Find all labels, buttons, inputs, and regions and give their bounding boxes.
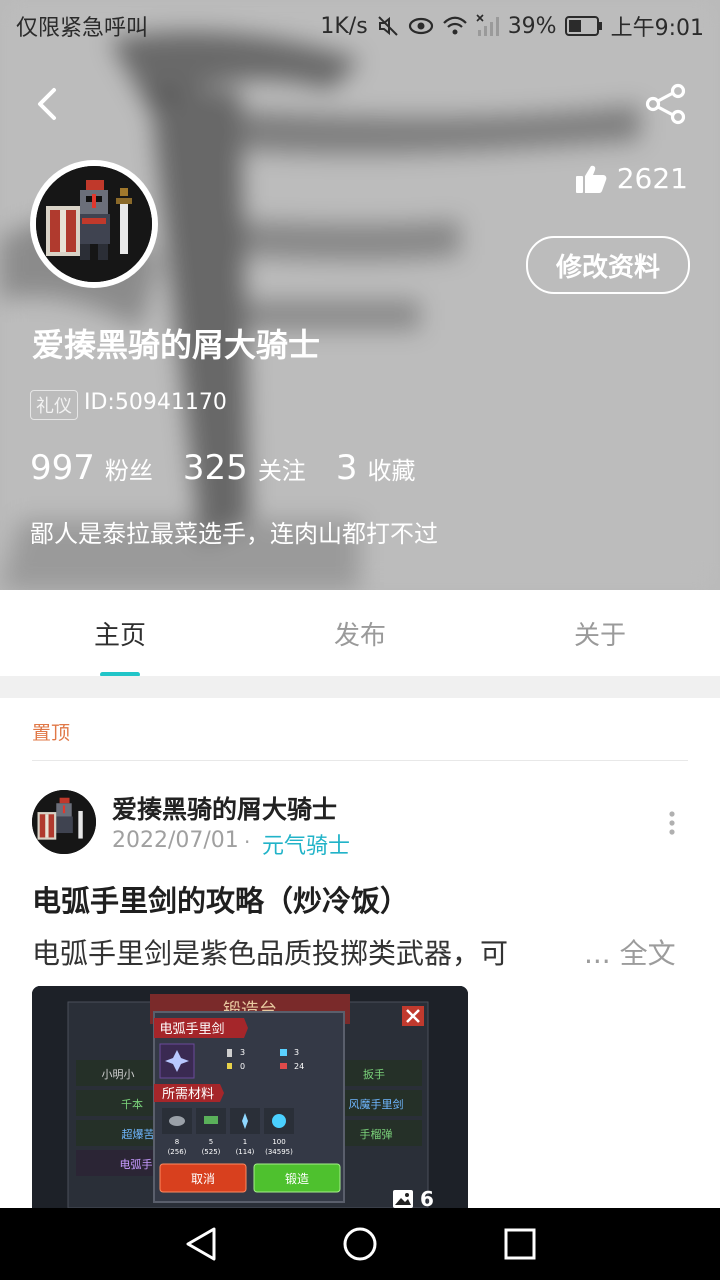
knight-avatar-art (32, 790, 96, 854)
avatar[interactable] (30, 160, 158, 288)
likes-count: 2621 (616, 162, 688, 195)
post-author-avatar[interactable] (32, 790, 96, 854)
image-icon (393, 1190, 413, 1208)
forge-button-text: 锻造 (285, 1172, 309, 1186)
battery-percent: 39% (507, 13, 557, 39)
wifi-icon (442, 16, 467, 35)
post-date: 2022/07/01 (112, 828, 239, 853)
battery-icon (564, 16, 602, 36)
following-count[interactable]: 325 (183, 448, 248, 488)
stat-value-text: 3 (240, 1048, 245, 1057)
forge-screenshot: 锻造台 小明小 千本 超爆苦 电弧手 扳手 风魔手里剑 手榴弹 电弧手里剑 3 … (32, 986, 468, 1208)
username: 爱揍黑骑的屑大骑士 (32, 326, 321, 364)
status-carrier-text: 仅限紧急呼叫 (16, 16, 149, 41)
signal-icon (476, 14, 499, 36)
thumbs-up-icon (575, 165, 607, 193)
nav-recents-icon[interactable] (504, 1228, 536, 1260)
material-total-text: (525) (202, 1148, 221, 1156)
clock: 上午9:01 (610, 16, 704, 41)
back-icon[interactable] (28, 82, 72, 126)
materials-title-text: 所需材料 (162, 1087, 214, 1102)
list-item-text: 电弧手 (120, 1157, 153, 1171)
more-options-icon[interactable] (662, 810, 682, 836)
section-separator (0, 676, 720, 698)
edit-profile-button[interactable]: 修改资料 (526, 236, 690, 294)
following-label[interactable]: 关注 (258, 451, 306, 486)
tab-home[interactable]: 主页 (0, 590, 240, 676)
favorites-count[interactable]: 3 (336, 448, 358, 488)
list-item-text: 小明小 (102, 1068, 135, 1081)
nav-home-icon[interactable] (342, 1226, 378, 1262)
profile-tabs: 主页 发布 关于 (0, 590, 720, 676)
nav-back-icon[interactable] (184, 1226, 218, 1262)
list-item-text: 超爆苦 (122, 1127, 155, 1141)
stat-value-text: 0 (240, 1062, 245, 1071)
list-item-text: 扳手 (363, 1067, 385, 1081)
favorites-label[interactable]: 收藏 (367, 451, 415, 486)
cancel-button-text: 取消 (191, 1172, 215, 1186)
list-item-text: 风魔手里剑 (349, 1097, 404, 1111)
post-author-name[interactable]: 爱揍黑骑的屑大骑士 (112, 790, 337, 826)
stat-value-text: 24 (294, 1062, 304, 1071)
list-item-text: 千本 (121, 1097, 143, 1111)
system-nav-bar (0, 1208, 720, 1280)
mute-icon (377, 16, 398, 36)
post-image[interactable]: 锻造台 小明小 千本 超爆苦 电弧手 扳手 风魔手里剑 手榴弹 电弧手里剑 3 … (32, 986, 468, 1208)
etiquette-badge: 礼仪 (30, 390, 78, 420)
bio: 鄙人是泰拉最菜选手，连肉山都打不过 (30, 520, 438, 548)
read-more-link[interactable]: ... 全文 (584, 932, 676, 972)
profile-header (0, 0, 720, 590)
material-count-text: 100 (272, 1138, 285, 1146)
likes-counter: 2621 (575, 162, 688, 195)
post-game-tag[interactable]: 元气骑士 (262, 828, 350, 860)
list-item-text: 手榴弹 (360, 1127, 393, 1141)
status-bar-right: 1K/s 39% 上午9:01 (320, 10, 704, 42)
tab-about[interactable]: 关于 (480, 590, 720, 676)
knight-avatar-art (36, 166, 152, 282)
stat-value-text: 3 (294, 1048, 299, 1057)
divider (32, 760, 688, 761)
pinned-label: 置顶 (32, 722, 71, 744)
post-title[interactable]: 电弧手里剑的攻略（炒冷饭） (32, 878, 409, 920)
share-icon[interactable] (644, 82, 688, 126)
profile-stats: 997 粉丝 325 关注 3 收藏 (30, 448, 445, 488)
network-speed: 1K/s (320, 13, 368, 39)
material-total-text: (256) (168, 1148, 187, 1156)
meta-separator: · (244, 830, 251, 854)
user-id: ID:50941170 (84, 390, 227, 415)
material-count-text: 8 (175, 1138, 179, 1146)
material-count-text: 1 (243, 1138, 247, 1146)
tab-posts[interactable]: 发布 (240, 590, 480, 676)
followers-label[interactable]: 粉丝 (105, 451, 153, 486)
material-count-text: 5 (209, 1138, 213, 1146)
material-total-text: (114) (236, 1148, 255, 1156)
followers-count[interactable]: 997 (30, 448, 95, 488)
weapon-name-text: 电弧手里剑 (159, 1021, 224, 1037)
eye-icon (408, 17, 433, 35)
blurred-background-art (0, 0, 720, 590)
post-excerpt[interactable]: 电弧手里剑是紫色品质投掷类武器，可 (32, 932, 508, 972)
material-total-text: (34595) (265, 1148, 293, 1156)
